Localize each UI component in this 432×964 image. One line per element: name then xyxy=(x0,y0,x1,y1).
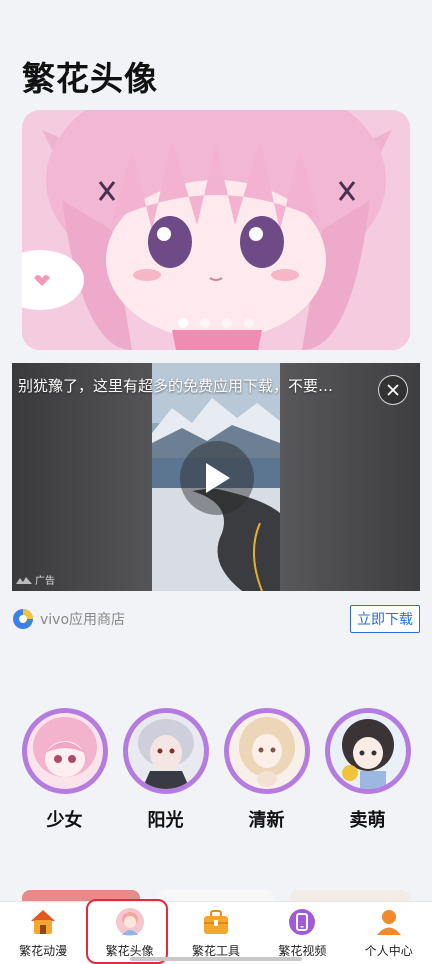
carousel-dot[interactable] xyxy=(178,318,188,328)
tab-anime[interactable]: 繁花动漫 xyxy=(0,902,86,959)
vivo-store-logo-icon xyxy=(13,609,33,629)
ad-title[interactable]: 别犹豫了，这里有超多的免费应用下载，不要… xyxy=(18,375,373,396)
ad-store-row: vivo应用商店 立即下载 xyxy=(12,605,420,633)
tab-video[interactable]: 繁花视频 xyxy=(259,902,345,959)
store-name: vivo应用商店 xyxy=(40,612,126,628)
category-avatar[interactable] xyxy=(21,708,108,794)
category-sunny[interactable]: 阳光 xyxy=(121,708,211,832)
tab-avatar[interactable]: 繁花头像 xyxy=(87,902,173,959)
category-label: 清新 xyxy=(248,810,285,831)
tab-tools[interactable]: 繁花工具 xyxy=(173,902,259,959)
video-blur-left xyxy=(12,363,152,591)
ad-video-player[interactable]: 别犹豫了，这里有超多的免费应用下载，不要… 广告 xyxy=(12,363,420,591)
download-button[interactable]: 立即下载 xyxy=(350,605,420,633)
category-girl[interactable]: 少女 xyxy=(20,708,110,832)
pink-girl-avatar xyxy=(26,713,103,789)
person-icon xyxy=(374,907,404,937)
ad-tag: 广告 xyxy=(16,572,55,587)
play-icon[interactable] xyxy=(180,441,254,515)
banner-carousel[interactable] xyxy=(22,110,410,350)
ad-tag-label: 广告 xyxy=(35,576,55,587)
category-avatar[interactable] xyxy=(324,708,411,794)
category-fresh[interactable]: 清新 xyxy=(222,708,312,832)
carousel-dot[interactable] xyxy=(200,318,210,328)
dark-hair-girl-avatar xyxy=(329,713,406,789)
silver-boy-avatar xyxy=(127,713,204,789)
toolbox-icon xyxy=(201,907,231,937)
category-label: 卖萌 xyxy=(349,810,386,831)
avatar-categories: 少女 阳光 清新 卖萌 xyxy=(0,708,432,832)
anime-girl-banner-image xyxy=(22,110,410,350)
tab-label: 个人中心 xyxy=(364,944,413,958)
close-icon[interactable] xyxy=(378,375,408,405)
carousel-indicator xyxy=(22,318,410,328)
category-label: 阳光 xyxy=(147,810,184,831)
tab-label: 繁花动漫 xyxy=(19,944,68,958)
carousel-dot[interactable] xyxy=(222,318,232,328)
avatar-icon xyxy=(115,907,145,937)
bottom-tab-bar: 繁花动漫 繁花头像 繁花工具 繁花视频 个人中心 xyxy=(0,901,432,964)
carousel-dot[interactable] xyxy=(244,318,254,328)
category-cute[interactable]: 卖萌 xyxy=(323,708,413,832)
home-icon xyxy=(28,907,58,937)
tab-profile[interactable]: 个人中心 xyxy=(346,902,432,959)
category-avatar[interactable] xyxy=(122,708,209,794)
page-title: 繁花头像 xyxy=(22,59,158,98)
category-avatar[interactable] xyxy=(223,708,310,794)
phone-video-icon xyxy=(287,907,317,937)
ad-mark-icon xyxy=(16,576,32,584)
blonde-girl-avatar xyxy=(228,713,305,789)
category-label: 少女 xyxy=(46,810,83,831)
home-indicator[interactable] xyxy=(130,957,302,961)
